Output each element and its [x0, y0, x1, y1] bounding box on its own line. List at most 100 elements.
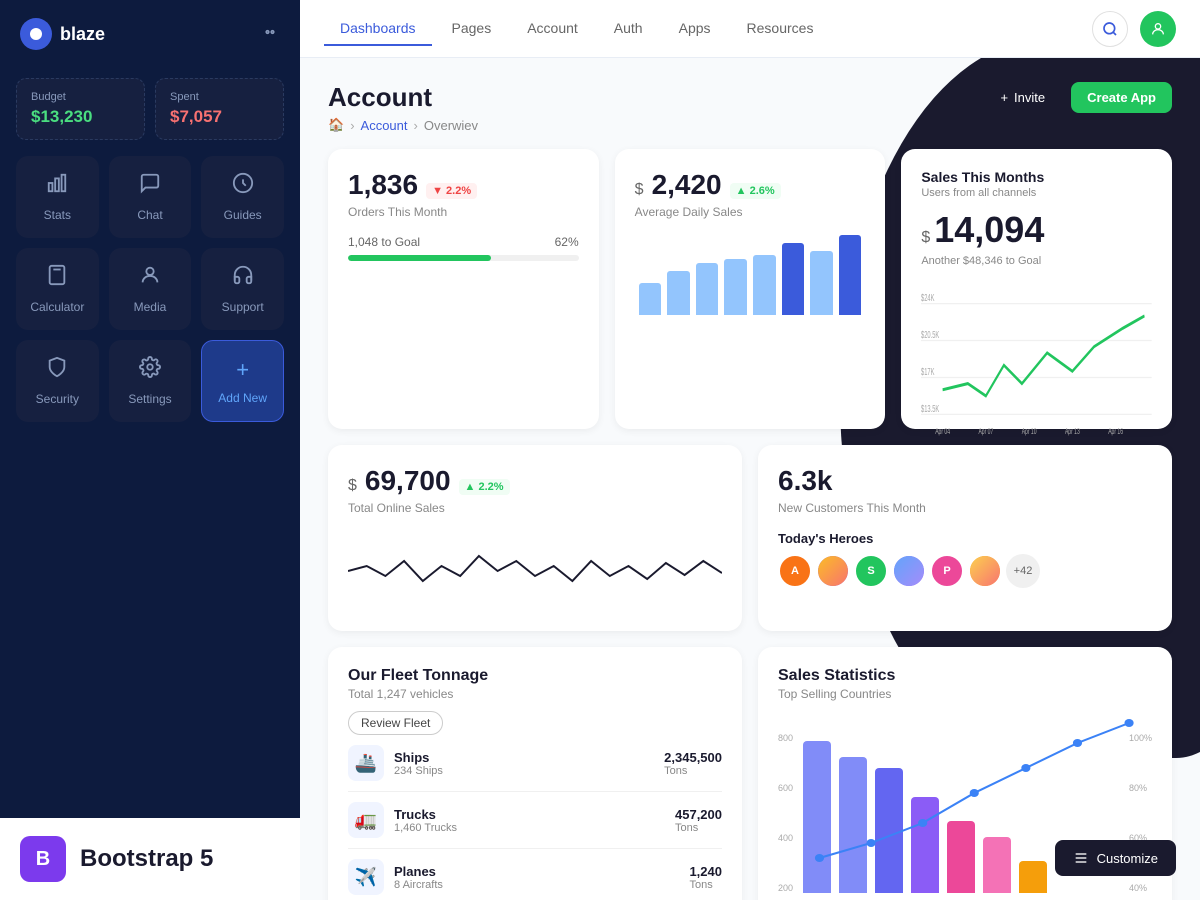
nav-link-account[interactable]: Account: [511, 12, 594, 46]
sales-month-subtitle: Users from all channels: [921, 187, 1152, 199]
total-sales-chart: [348, 531, 722, 611]
settings-label: Settings: [128, 392, 171, 406]
fleet-card: Our Fleet Tonnage Total 1,247 vehicles R…: [328, 647, 742, 900]
main-content: Dashboards Pages Account Auth Apps Resou…: [300, 0, 1200, 900]
svg-text:Apr 13: Apr 13: [1065, 428, 1080, 437]
sidebar-item-calculator[interactable]: Calculator: [16, 248, 99, 330]
total-sales-value-area: $ 69,700 ▲ 2.2%: [348, 465, 722, 497]
planes-icon: ✈️: [348, 859, 384, 895]
sidebar-item-media[interactable]: Media: [109, 248, 192, 330]
ships-name: Ships: [394, 750, 443, 765]
planes-name: Planes: [394, 864, 443, 879]
svg-text:$17K: $17K: [921, 366, 935, 377]
daily-sales-chart: [635, 235, 866, 315]
orders-progress-row: 1,048 to Goal 62%: [348, 235, 579, 249]
svg-text:Apr 16: Apr 16: [1109, 428, 1124, 437]
stats-row-2: $ 69,700 ▲ 2.2% Total Online Sales: [328, 445, 1172, 631]
nav-link-auth[interactable]: Auth: [598, 12, 659, 46]
breadcrumb-account[interactable]: Account: [361, 118, 408, 133]
bootstrap-icon: B: [20, 836, 66, 882]
trucks-icon: 🚛: [348, 802, 384, 838]
sidebar-item-add-new[interactable]: + Add New: [201, 340, 284, 422]
daily-sales-value-area: $ 2,420 ▲ 2.6%: [635, 169, 866, 201]
total-sales-card: $ 69,700 ▲ 2.2% Total Online Sales: [328, 445, 742, 631]
logo-icon: [20, 18, 52, 50]
hero-1: A: [778, 554, 812, 588]
nav-links: Dashboards Pages Account Auth Apps Resou…: [324, 12, 829, 46]
svg-text:Apr 10: Apr 10: [1022, 428, 1037, 437]
media-icon: [139, 264, 161, 292]
daily-sales-value: 2,420: [652, 169, 722, 201]
new-customers-label: New Customers This Month: [778, 501, 1152, 515]
budget-value: $13,230: [31, 107, 130, 127]
heroes-avatars: A S P +42: [778, 554, 1152, 588]
orders-value-area: 1,836 ▼ 2.2%: [348, 169, 579, 201]
orders-value: 1,836: [348, 169, 418, 201]
svg-text:$13.5K: $13.5K: [921, 403, 940, 414]
sales-month-value-area: $ 14,094: [921, 209, 1152, 251]
nav-link-dashboards[interactable]: Dashboards: [324, 12, 432, 46]
fleet-items-list: 🚢 Ships 234 Ships 2,345,500 Tons: [348, 735, 722, 900]
sales-stats-title: Sales Statistics: [778, 667, 1152, 685]
sidebar-item-security[interactable]: Security: [16, 340, 99, 422]
planes-value: 1,240: [689, 864, 722, 879]
spent-label: Spent: [170, 91, 269, 103]
invite-label: Invite: [1014, 90, 1045, 105]
support-label: Support: [222, 300, 264, 314]
breadcrumb: 🏠 › Account › Overwiev: [328, 117, 478, 133]
total-sales-value: 69,700: [365, 465, 451, 497]
security-label: Security: [36, 392, 79, 406]
invite-plus-icon: +: [1000, 90, 1008, 105]
bar-7: [810, 251, 833, 315]
security-icon: [46, 356, 68, 384]
new-customers-card: 6.3k New Customers This Month Today's He…: [758, 445, 1172, 631]
create-app-button[interactable]: Create App: [1071, 82, 1172, 113]
orders-pct: 62%: [555, 235, 579, 249]
guides-icon: [232, 172, 254, 200]
sidebar-item-chat[interactable]: Chat: [109, 156, 192, 238]
total-sales-label: Total Online Sales: [348, 501, 722, 515]
nav-link-pages[interactable]: Pages: [436, 12, 508, 46]
invite-button[interactable]: + Invite: [984, 82, 1061, 113]
fleet-item-ships: 🚢 Ships 234 Ships 2,345,500 Tons: [348, 735, 722, 792]
hero-3: S: [854, 554, 888, 588]
user-avatar[interactable]: [1140, 11, 1176, 47]
hero-5: P: [930, 554, 964, 588]
customize-label: Customize: [1097, 851, 1158, 866]
orders-progress-fill: [348, 255, 491, 261]
svg-text:Apr 07: Apr 07: [979, 428, 994, 437]
hero-6: [968, 554, 1002, 588]
daily-sales-card: $ 2,420 ▲ 2.6% Average Daily Sales: [615, 149, 886, 429]
nav-link-resources[interactable]: Resources: [731, 12, 830, 46]
stats-label: Stats: [44, 208, 71, 222]
budget-row: Budget $13,230 Spent $7,057: [0, 68, 300, 156]
svg-text:$20.5K: $20.5K: [921, 330, 940, 341]
media-label: Media: [134, 300, 167, 314]
search-button[interactable]: [1092, 11, 1128, 47]
sidebar-item-settings[interactable]: Settings: [109, 340, 192, 422]
menu-icon[interactable]: [260, 22, 280, 47]
calculator-label: Calculator: [30, 300, 84, 314]
fleet-title: Our Fleet Tonnage: [348, 667, 722, 685]
sidebar-item-support[interactable]: Support: [201, 248, 284, 330]
page-header: Account 🏠 › Account › Overwiev + Invite …: [328, 82, 1172, 133]
hero-4: [892, 554, 926, 588]
customize-button[interactable]: Customize: [1055, 840, 1176, 876]
fleet-item-planes: ✈️ Planes 8 Aircrafts 1,240 Tons: [348, 849, 722, 900]
sidebar-item-guides[interactable]: Guides: [201, 156, 284, 238]
trucks-name: Trucks: [394, 807, 457, 822]
sidebar-item-stats[interactable]: Stats: [16, 156, 99, 238]
daily-sales-label: Average Daily Sales: [635, 205, 866, 219]
bar-1: [639, 283, 662, 315]
planes-unit: Tons: [689, 879, 722, 891]
calculator-icon: [46, 264, 68, 292]
fleet-item-trucks: 🚛 Trucks 1,460 Trucks 457,200 Tons: [348, 792, 722, 849]
header-actions: + Invite Create App: [984, 82, 1172, 113]
review-fleet-button[interactable]: Review Fleet: [348, 711, 443, 735]
nav-link-apps[interactable]: Apps: [663, 12, 727, 46]
spent-value: $7,057: [170, 107, 269, 127]
heroes-section: Today's Heroes A S P: [778, 531, 1152, 588]
logo-area: blaze: [20, 18, 105, 50]
budget-card: Budget $13,230: [16, 78, 145, 140]
chat-icon: [139, 172, 161, 200]
